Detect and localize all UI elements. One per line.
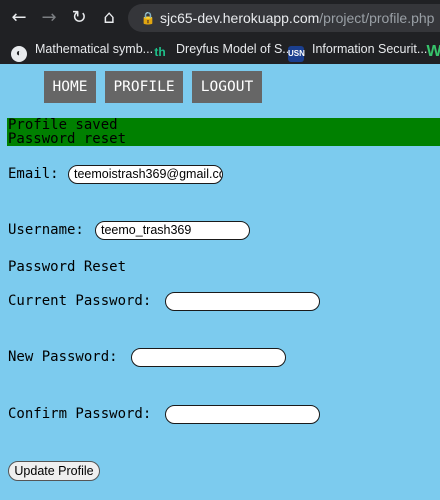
reload-icon[interactable]: ↻ <box>67 6 91 30</box>
confirm-password-label: Confirm Password: <box>8 406 152 422</box>
forward-icon[interactable]: → <box>37 6 61 30</box>
browser-chrome: ← → ↻ ⌂ 🔒 sjc65-dev.herokuapp.com/projec… <box>0 0 440 64</box>
th-icon: th <box>152 44 168 60</box>
username-label: Username: <box>8 222 84 238</box>
lock-icon: 🔒 <box>140 11 156 25</box>
url-host: sjc65-dev.herokuapp.com <box>160 10 320 26</box>
math-icon: ◐ <box>11 46 27 62</box>
browser-toolbar: ← → ↻ ⌂ 🔒 sjc65-dev.herokuapp.com/projec… <box>0 0 440 35</box>
address-bar[interactable]: 🔒 sjc65-dev.herokuapp.com/project/profil… <box>128 4 440 32</box>
bookmark-label: Mathematical symb... <box>35 42 154 56</box>
password-reset-heading: Password Reset <box>8 259 127 275</box>
current-password-label: Current Password: <box>8 293 152 309</box>
email-field[interactable]: teemoistrash369@gmail.com <box>68 165 223 184</box>
url-text: sjc65-dev.herokuapp.com/project/profile.… <box>160 9 434 27</box>
bookmark-dreyfus[interactable]: th Dreyfus Model of S... <box>152 39 293 60</box>
bookmark-label: Dreyfus Model of S... <box>176 42 293 56</box>
nav-logout-link[interactable]: LOGOUT <box>192 71 262 103</box>
new-password-label: New Password: <box>8 349 118 365</box>
url-path: /project/profile.php <box>319 10 435 26</box>
w-icon: W <box>426 43 440 60</box>
new-password-field[interactable] <box>131 348 286 367</box>
flash-message: Profile saved <box>8 117 118 133</box>
bookmark-w[interactable]: W <box>426 39 440 60</box>
update-profile-button[interactable]: Update Profile <box>8 461 100 481</box>
username-field[interactable]: teemo_trash369 <box>95 221 250 240</box>
home-icon[interactable]: ⌂ <box>97 6 121 30</box>
back-icon[interactable]: ← <box>7 6 31 30</box>
bookmarks-bar: ◐ Mathematical symb... th Dreyfus Model of… <box>0 35 440 63</box>
nav-home-link[interactable]: HOME <box>44 71 96 103</box>
nav-profile-link[interactable]: PROFILE <box>105 71 183 103</box>
current-password-field[interactable] <box>165 292 320 311</box>
confirm-password-field[interactable] <box>165 405 320 424</box>
usn-icon: USN <box>288 46 305 62</box>
flash-message: Password reset <box>8 131 127 147</box>
bookmark-infosec[interactable]: USN Information Securit... <box>288 39 428 62</box>
bookmark-label: Information Securit... <box>312 42 428 56</box>
bookmark-math[interactable]: ◐ Mathematical symb... <box>11 39 154 62</box>
email-label: Email: <box>8 166 59 182</box>
